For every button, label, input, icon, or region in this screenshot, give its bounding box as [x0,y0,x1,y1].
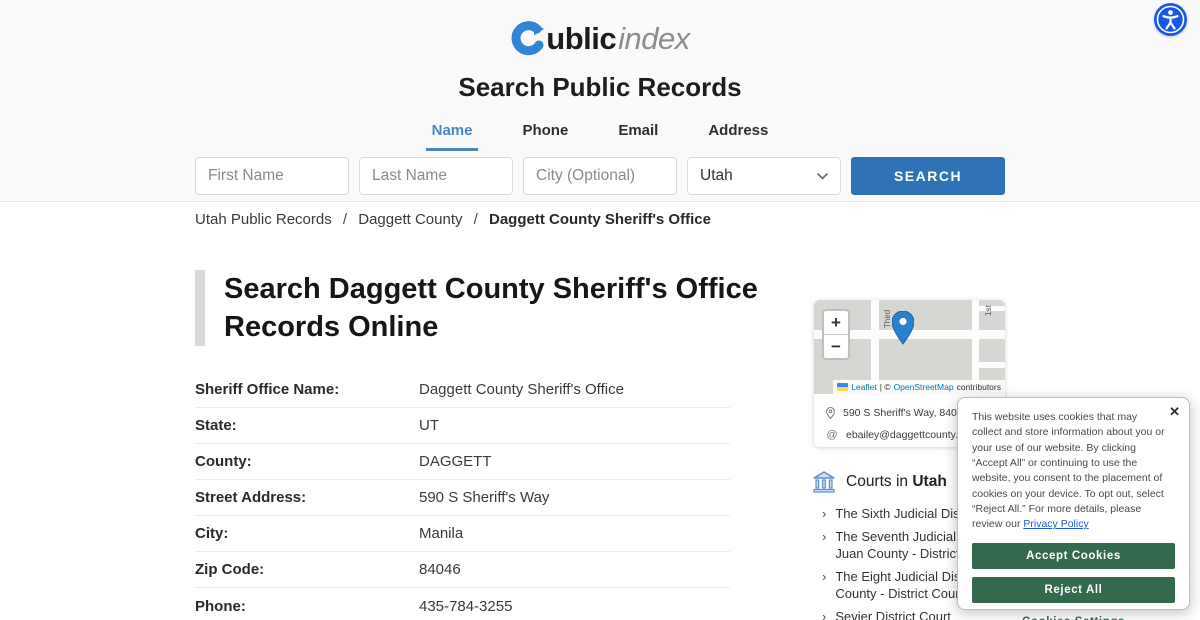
detail-label: County: [195,453,252,470]
detail-value: Manila [419,525,464,542]
breadcrumb-separator: / [342,211,348,228]
detail-value: 84046 [419,561,461,578]
first-name-input[interactable] [195,157,349,195]
chevron-right-icon: › [822,506,827,521]
zoom-in-button[interactable]: + [824,311,848,334]
cookies-settings-link[interactable]: Cookies Settings [972,616,1175,620]
breadcrumb-current: Daggett County Sheriff's Office [489,211,711,228]
at-sign-icon: @ [826,429,838,441]
state-select[interactable]: Utah [687,157,841,195]
ukraine-flag-icon [837,383,849,391]
location-pin-icon [826,407,835,419]
chevron-right-icon: › [822,569,827,584]
attribution-separator: | © [879,382,891,392]
reject-all-button[interactable]: Reject All [972,576,1175,603]
zoom-out-button[interactable]: − [824,335,848,358]
privacy-policy-link[interactable]: Privacy Policy [1023,518,1088,530]
search-header: ublic index Search Public Records Name P… [0,0,1200,202]
heading-accent-bar [195,270,205,346]
map-zoom-control: + − [822,309,850,360]
tab-address[interactable]: Address [702,118,774,151]
table-row: Sheriff Office Name: Daggett County Sher… [195,372,730,408]
list-item[interactable]: › Sevier District Court [822,608,967,620]
openstreetmap-link[interactable]: OpenStreetMap [894,382,954,392]
logo-text-bold: ublic [546,21,617,56]
street-label: 1st [984,305,993,316]
tab-name[interactable]: Name [425,118,479,151]
page-title: Search Public Records [458,72,742,102]
detail-value: 435-784-3255 [419,597,513,615]
table-row: Street Address: 590 S Sheriff's Way [195,480,730,516]
courts-header: Courts in Utah [812,470,947,494]
courts-list: › The Sixth Judicial District › The Seve… [822,505,987,620]
detail-value: 590 S Sheriff's Way [419,489,550,506]
breadcrumb-county-link[interactable]: Daggett County [358,211,462,228]
table-row: Phone: 435-784-3255 [195,588,730,620]
detail-label: Zip Code: [195,561,265,578]
breadcrumb: Utah Public Records / Daggett County / D… [195,211,711,228]
chevron-right-icon: › [822,609,827,620]
breadcrumb-separator: / [473,211,478,228]
table-row: County: DAGGETT [195,444,730,480]
list-item[interactable]: › The Eight Judicial District County - Di… [822,568,981,602]
table-row: Zip Code: 84046 [195,552,730,588]
tab-phone[interactable]: Phone [516,118,574,151]
map-marker-icon[interactable] [891,310,915,350]
table-row: City: Manila [195,516,730,552]
table-row: State: UT [195,408,730,444]
detail-label: State: [195,417,237,434]
leaflet-map[interactable]: Third 1st + − Leaflet | © OpenStreetMap … [814,300,1005,394]
breadcrumb-state-link[interactable]: Utah Public Records [195,211,332,228]
search-tabs: Name Phone Email Address [0,118,1200,151]
street-label: Third [883,309,892,328]
site-logo[interactable]: ublic index [0,20,1200,63]
detail-label: Sheriff Office Name: [195,381,340,398]
detail-value: DAGGETT [419,453,492,470]
logo-text-italic: index [618,21,690,56]
detail-value: Daggett County Sheriff's Office [419,381,624,398]
page: ublic index Search Public Records Name P… [0,0,1200,620]
courthouse-icon [812,470,836,494]
leaflet-link[interactable]: Leaflet [851,382,877,392]
search-button[interactable]: SEARCH [851,157,1005,195]
attribution-suffix: contributors [956,382,1001,392]
detail-label: City: [195,525,229,542]
city-input[interactable] [523,157,677,195]
tab-email[interactable]: Email [612,118,664,151]
detail-label: Phone: [195,597,246,615]
chevron-down-icon [817,172,828,180]
main-heading: Search Daggett County Sheriff's Office R… [224,273,758,343]
list-item[interactable]: › The Seventh Judicial Dist Juan County -… [822,528,987,562]
office-details-table: Sheriff Office Name: Daggett County Sher… [195,372,730,620]
courts-title-state: Utah [912,473,947,490]
cookie-message: This website uses cookies that may colle… [972,411,1165,531]
accessibility-widget-button[interactable] [1154,3,1187,36]
close-icon[interactable]: ✕ [1169,405,1180,418]
accessibility-person-icon [1154,3,1187,36]
chevron-right-icon: › [822,529,827,544]
cookie-consent-dialog: ✕ This website uses cookies that may col… [957,397,1190,620]
state-selected-value: Utah [700,167,733,184]
map-attribution: Leaflet | © OpenStreetMap contributors [833,380,1005,394]
last-name-input[interactable] [359,157,513,195]
courts-title: Courts in Utah [846,473,947,490]
main-heading-block: Search Daggett County Sheriff's Office R… [195,270,789,346]
detail-value: UT [419,417,439,434]
accept-cookies-button[interactable]: Accept Cookies [972,542,1175,569]
detail-label: Street Address: [195,489,307,506]
logo-arrow-icon [510,20,545,58]
search-form: Utah SEARCH [195,157,1005,195]
office-email-text[interactable]: ebailey@daggettcounty.org [846,429,973,441]
list-item[interactable]: › The Sixth Judicial District [822,505,981,522]
